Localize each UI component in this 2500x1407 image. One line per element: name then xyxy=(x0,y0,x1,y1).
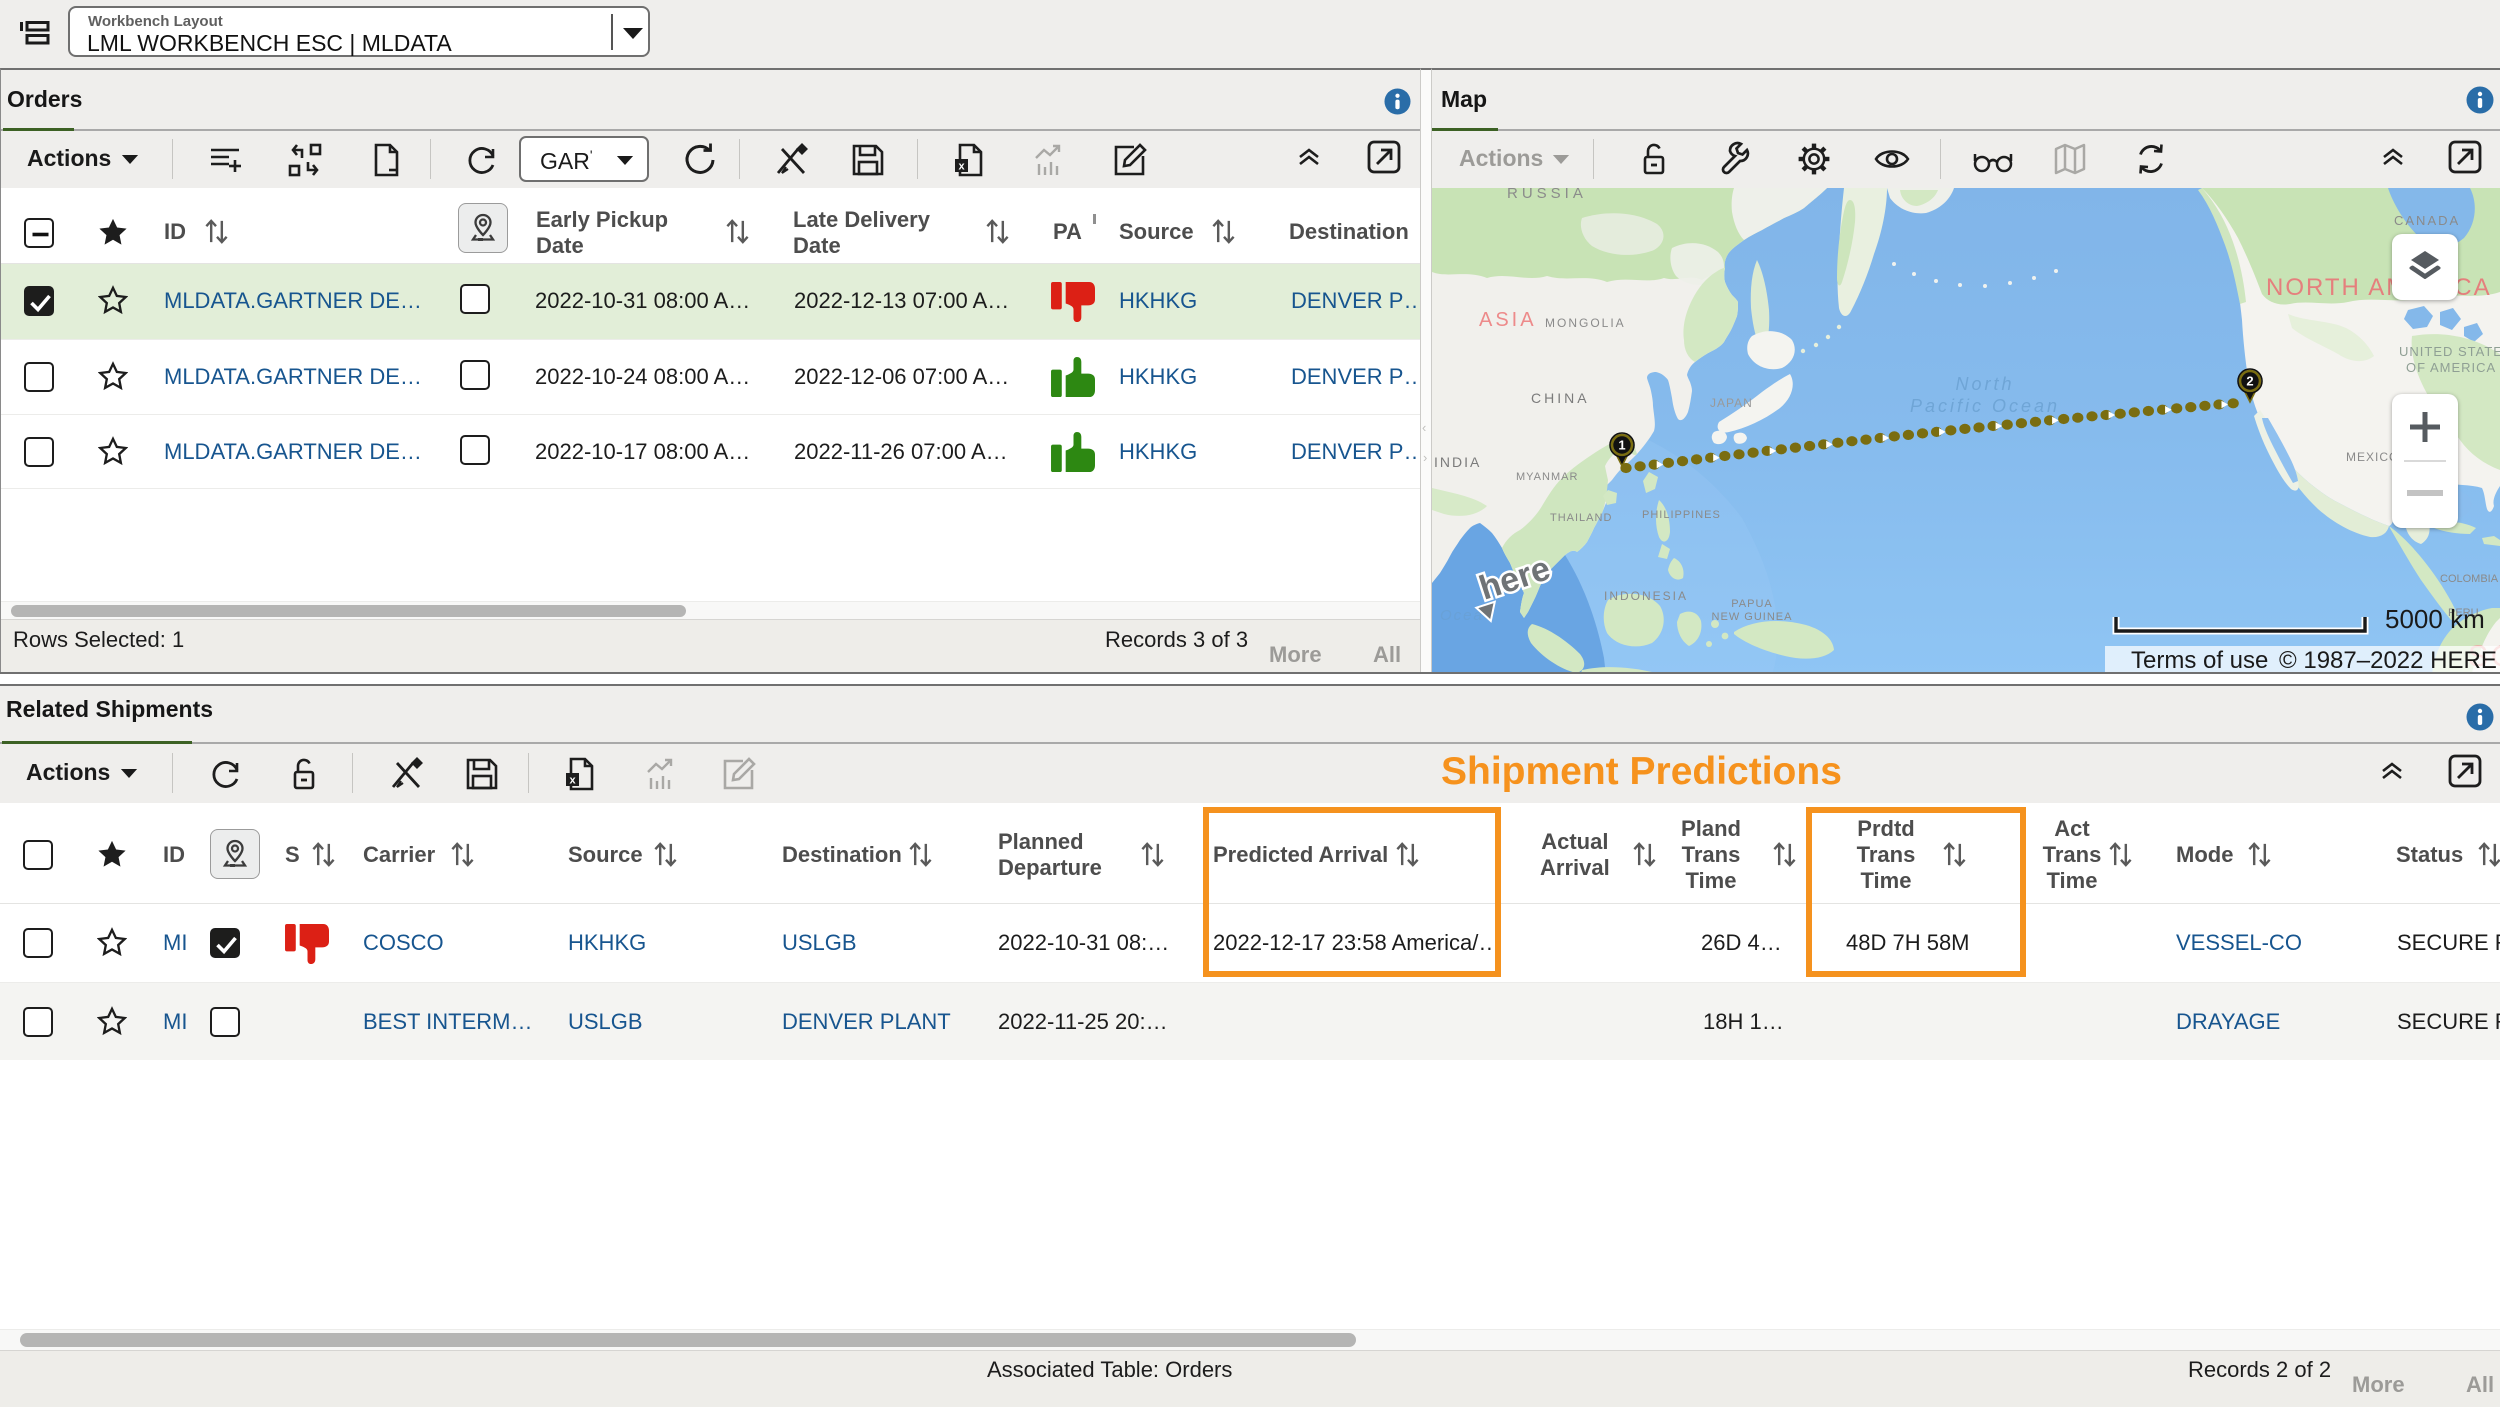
svg-text:Terms of use: Terms of use xyxy=(2131,647,2268,674)
svg-text:THAILAND: THAILAND xyxy=(1550,512,1612,524)
svg-text:ASIA: ASIA xyxy=(1479,309,1537,331)
svg-text:OF AMERICA: OF AMERICA xyxy=(2406,360,2496,375)
svg-text:RUSSIA: RUSSIA xyxy=(1507,188,1587,202)
svg-text:PHILIPPINES: PHILIPPINES xyxy=(1642,509,1721,521)
svg-text:INDONESIA: INDONESIA xyxy=(1604,589,1688,603)
svg-text:5000 km: 5000 km xyxy=(2385,604,2485,634)
svg-text:1: 1 xyxy=(1618,438,1625,453)
svg-text:NEW GUINEA: NEW GUINEA xyxy=(1712,611,1793,623)
svg-text:MYANMAR: MYANMAR xyxy=(1516,471,1578,483)
svg-text:INDIA: INDIA xyxy=(1434,454,1481,470)
svg-text:PAPUA: PAPUA xyxy=(1731,598,1772,610)
svg-text:North: North xyxy=(1955,374,2014,394)
svg-text:© 1987–2022 HERE: © 1987–2022 HERE xyxy=(2279,647,2497,674)
svg-text:Pacific Ocean: Pacific Ocean xyxy=(1910,396,2060,416)
svg-text:COLOMBIA: COLOMBIA xyxy=(2440,573,2499,585)
svg-text:CHINA: CHINA xyxy=(1531,390,1590,406)
svg-text:MONGOLIA: MONGOLIA xyxy=(1545,316,1626,330)
svg-text:JAPAN: JAPAN xyxy=(1710,396,1753,410)
svg-text:2: 2 xyxy=(2246,374,2253,389)
svg-text:UNITED STATES: UNITED STATES xyxy=(2399,344,2500,359)
svg-text:CANADA: CANADA xyxy=(2394,213,2460,228)
